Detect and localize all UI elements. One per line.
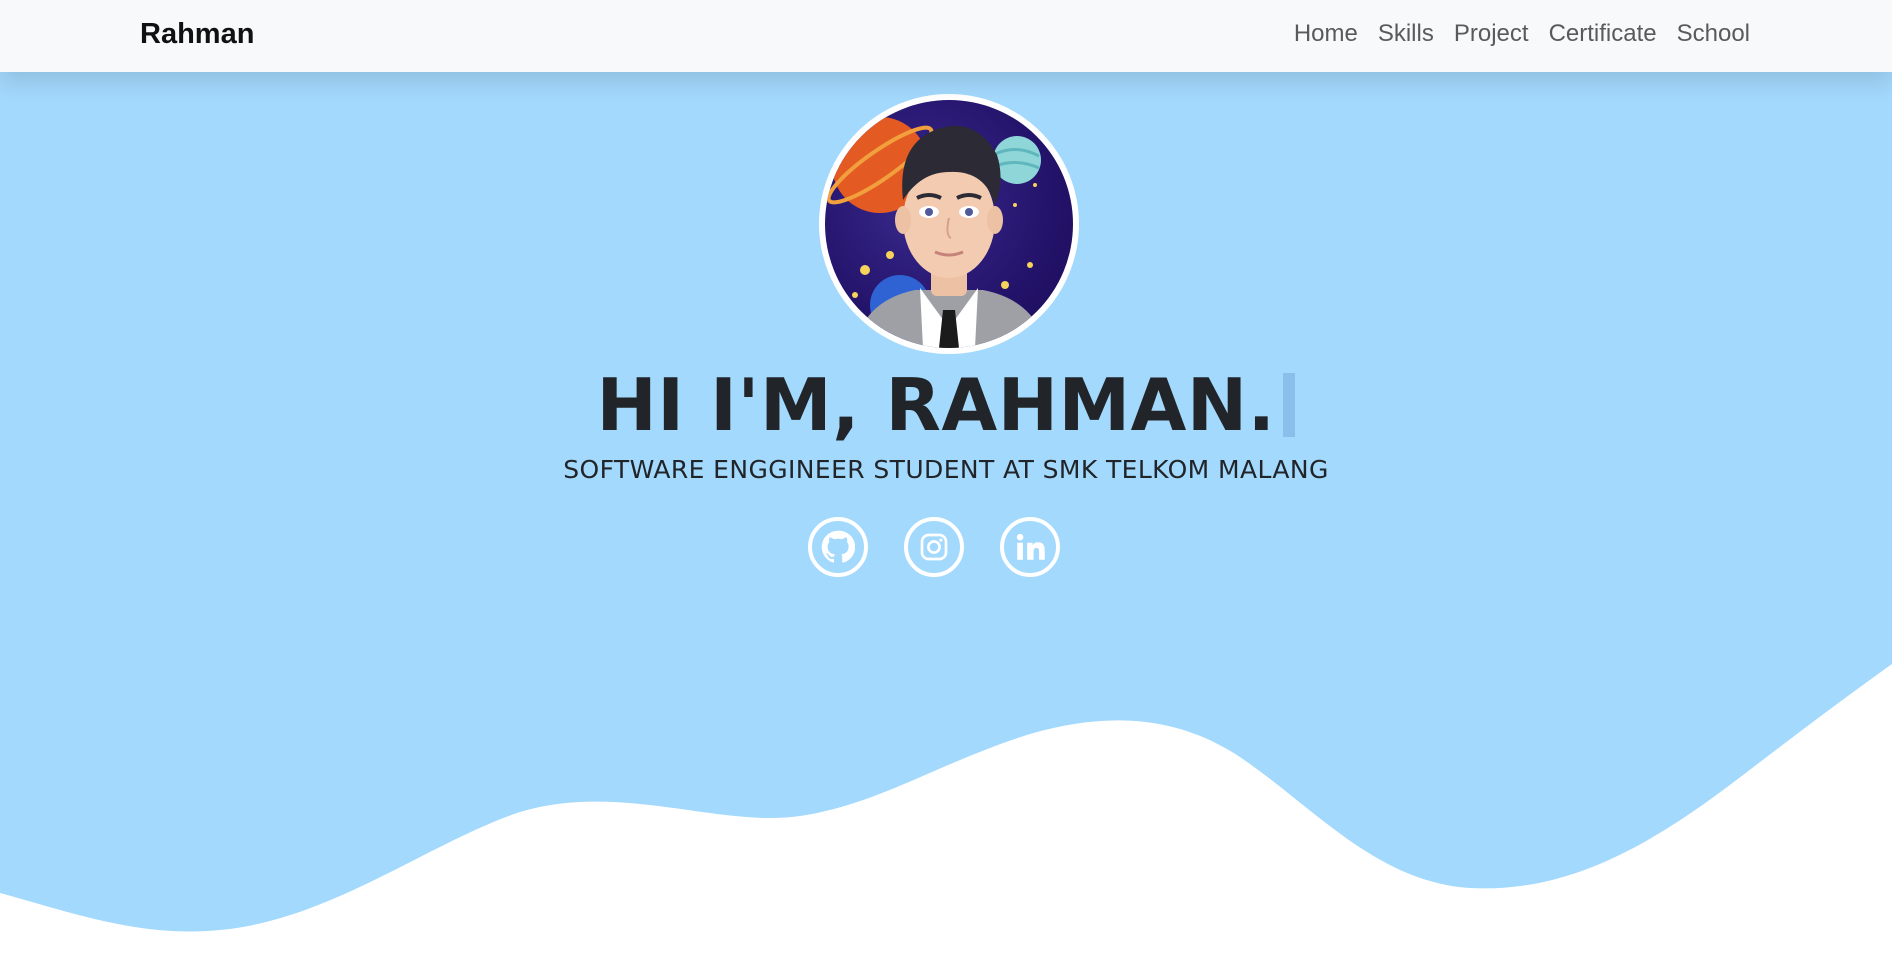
nav-link-skills[interactable]: Skills [1378, 18, 1434, 50]
nav-link-home[interactable]: Home [1294, 18, 1358, 50]
nav-links: Home Skills Project Certificate School [1294, 18, 1750, 50]
linkedin-icon [1016, 533, 1045, 560]
instagram-icon [920, 533, 948, 561]
social-links [808, 517, 1060, 577]
navbar: Rahman Home Skills Project Certificate S… [0, 0, 1892, 72]
linkedin-link[interactable] [1000, 517, 1060, 577]
brand-logo-text[interactable]: Rahman [140, 17, 254, 51]
nav-link-school[interactable]: School [1677, 18, 1750, 50]
github-link[interactable] [808, 517, 868, 577]
hero-subtitle: SOFTWARE ENGGINEER STUDENT AT SMK TELKOM… [563, 455, 1329, 484]
nav-link-project[interactable]: Project [1454, 18, 1529, 50]
avatar-illustration [825, 100, 1073, 348]
hero-title-wrap: HI I'M, RAHMAN. [0, 360, 1892, 450]
typing-cursor [1283, 373, 1296, 437]
profile-avatar [819, 94, 1079, 354]
nav-link-certificate[interactable]: Certificate [1549, 18, 1657, 50]
instagram-link[interactable] [904, 517, 964, 577]
hero-title: HI I'M, RAHMAN. [596, 363, 1276, 447]
github-icon [821, 530, 855, 563]
hero-section: HI I'M, RAHMAN. SOFTWARE ENGGINEER STUDE… [0, 72, 1892, 963]
